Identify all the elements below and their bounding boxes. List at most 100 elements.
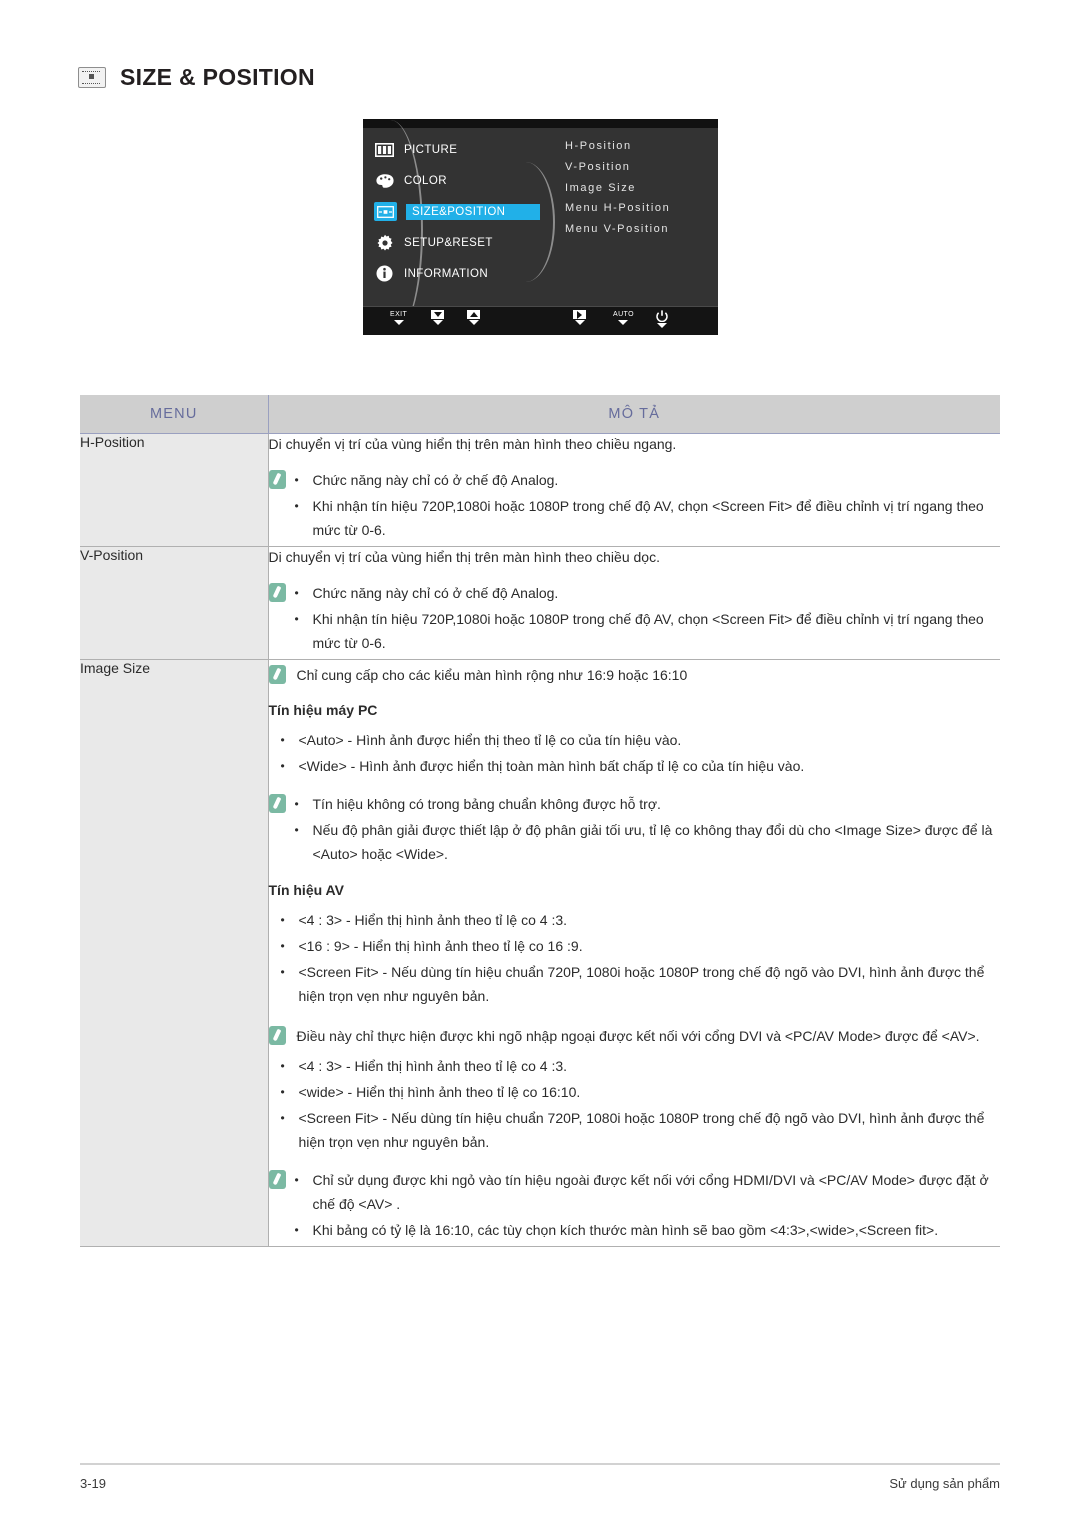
list-item: Khi nhận tín hiệu 720P,1080i hoặc 1080P … [269, 607, 1001, 655]
osd-item-label: COLOR [404, 174, 447, 187]
row-menu-name: Image Size [80, 659, 269, 1247]
footer-divider [80, 1463, 1000, 1465]
osd-top-bar [363, 119, 718, 128]
caret-down-icon [657, 323, 667, 328]
size-position-icon [78, 67, 106, 88]
list-item: Chức năng này chỉ có ở chế độ Analog. [269, 468, 1001, 492]
list-item: Khi nhận tín hiệu 720P,1080i hoặc 1080P … [269, 494, 1001, 542]
subsection-heading-av: Tín hiệu AV [268, 882, 344, 898]
note-block: Chức năng này chỉ có ở chế độ Analog. Kh… [268, 468, 1001, 542]
note-bullet-list: Chức năng này chỉ có ở chế độ Analog. Kh… [269, 581, 1001, 655]
osd-item-label: INFORMATION [404, 267, 489, 280]
av-bullet-list-2: <4 : 3> - Hiển thị hình ảnh theo tỉ lệ c… [269, 1054, 1001, 1154]
list-item: <Wide> - Hình ảnh được hiển thị toàn màn… [269, 754, 1001, 778]
table-row: V-Position Di chuyển vị trí của vùng hiể… [80, 546, 1001, 660]
list-item: <Screen Fit> - Nếu dùng tín hiệu chuẩn 7… [269, 960, 1001, 1008]
list-item: <Auto> - Hình ảnh được hiển thị theo tỉ … [269, 728, 1001, 752]
down-arrow-icon [431, 310, 444, 319]
gear-icon [374, 234, 395, 252]
osd-item-information[interactable]: INFORMATION [373, 258, 553, 289]
page-title: SIZE & POSITION [120, 64, 315, 90]
osd-button-power[interactable] [656, 310, 668, 328]
note-text: Chỉ cung cấp cho các kiểu màn hình rộng … [296, 667, 688, 683]
osd-left-menu: PICTURE COLOR SIZE&POSITION SETUP&RESET … [373, 134, 553, 289]
osd-item-label: SIZE&POSITION [406, 203, 540, 220]
osd-body: PICTURE COLOR SIZE&POSITION SETUP&RESET … [363, 120, 718, 335]
note-block: Tín hiệu không có trong bảng chuẩn không… [268, 792, 1001, 866]
list-item: <4 : 3> - Hiển thị hình ảnh theo tỉ lệ c… [269, 1054, 1001, 1078]
footer-page-number: 3-19 [80, 1476, 107, 1491]
caret-down-icon [432, 320, 443, 325]
column-header-menu: MENU [80, 395, 269, 434]
row-description: Di chuyển vị trí của vùng hiển thị trên … [268, 433, 1001, 547]
osd-button-label: EXIT [390, 311, 408, 318]
list-item: Tín hiệu không có trong bảng chuẩn không… [269, 792, 1001, 816]
osd-button-label: AUTO [613, 311, 634, 318]
row-description: Chỉ cung cấp cho các kiểu màn hình rộng … [268, 659, 1001, 1247]
subsection-heading-pc: Tín hiệu máy PC [268, 702, 378, 718]
caret-down-icon [618, 320, 629, 325]
note-block: Chức năng này chỉ có ở chế độ Analog. Kh… [268, 581, 1001, 655]
osd-item-color[interactable]: COLOR [373, 165, 553, 196]
osd-submenu-item[interactable]: H-Position [565, 136, 670, 157]
info-icon [374, 265, 395, 283]
row-menu-name: V-Position [80, 546, 269, 660]
osd-submenu-item[interactable]: Image Size [565, 178, 670, 199]
caret-down-icon [393, 320, 404, 325]
osd-button-bar: EXIT AUTO [363, 306, 718, 335]
menu-description-table: MENU MÔ TẢ H-Position Di chuyển vị trí c… [80, 395, 1000, 1247]
note-block: Chỉ cung cấp cho các kiểu màn hình rộng … [268, 664, 1001, 686]
up-arrow-icon [467, 310, 480, 319]
footer-section-title: Sử dụng sản phẩm [889, 1476, 1000, 1491]
osd-item-picture[interactable]: PICTURE [373, 134, 553, 165]
row-lead-text: Di chuyển vị trí của vùng hiển thị trên … [268, 549, 660, 565]
list-item: Khi bảng có tỷ lệ là 16:10, các tùy chọn… [269, 1218, 1001, 1242]
list-item: <4 : 3> - Hiển thị hình ảnh theo tỉ lệ c… [269, 908, 1001, 932]
osd-item-setup-reset[interactable]: SETUP&RESET [373, 227, 553, 258]
enter-icon [573, 310, 586, 319]
table-header-row: MENU MÔ TẢ [80, 395, 1000, 434]
caret-down-icon [468, 320, 479, 325]
av-bullet-list-1: <4 : 3> - Hiển thị hình ảnh theo tỉ lệ c… [269, 908, 1001, 1008]
row-lead-text: Di chuyển vị trí của vùng hiển thị trên … [268, 436, 677, 452]
osd-button-up[interactable] [467, 310, 480, 325]
osd-item-label: SETUP&RESET [404, 236, 493, 249]
picture-icon [374, 141, 395, 159]
note-block: Điều này chỉ thực hiện được khi ngõ nhập… [268, 1024, 1001, 1048]
osd-item-label: PICTURE [404, 143, 458, 156]
note-bullet-list: Chức năng này chỉ có ở chế độ Analog. Kh… [269, 468, 1001, 542]
note-icon [268, 665, 286, 684]
table-row: H-Position Di chuyển vị trí của vùng hiể… [80, 433, 1001, 547]
row-menu-name: H-Position [80, 433, 269, 547]
note-text: Điều này chỉ thực hiện được khi ngõ nhập… [296, 1028, 980, 1044]
size-position-icon [374, 202, 397, 221]
osd-submenu-item[interactable]: Menu H-Position [565, 198, 670, 219]
osd-submenu-item[interactable]: V-Position [565, 157, 670, 178]
note-block: Chỉ sử dụng được khi ngỏ vào tín hiệu ng… [268, 1168, 1001, 1242]
pc-bullet-list: <Auto> - Hình ảnh được hiển thị theo tỉ … [269, 728, 1001, 778]
list-item: Nếu độ phân giải được thiết lập ở độ phâ… [269, 818, 1001, 866]
osd-screenshot: PICTURE COLOR SIZE&POSITION SETUP&RESET … [363, 119, 718, 335]
osd-item-size-position[interactable]: SIZE&POSITION [373, 196, 553, 227]
list-item: Chức năng này chỉ có ở chế độ Analog. [269, 581, 1001, 605]
osd-button-exit[interactable]: EXIT [390, 310, 407, 325]
osd-submenu-item[interactable]: Menu V-Position [565, 219, 670, 240]
list-item: <16 : 9> - Hiển thị hình ảnh theo tỉ lệ … [269, 934, 1001, 958]
color-icon [374, 172, 395, 190]
osd-button-down[interactable] [431, 310, 444, 325]
note-bullet-list: Tín hiệu không có trong bảng chuẩn không… [269, 792, 1001, 866]
note-bullet-list: Chỉ sử dụng được khi ngỏ vào tín hiệu ng… [269, 1168, 1001, 1242]
power-icon [656, 310, 668, 322]
row-description: Di chuyển vị trí của vùng hiển thị trên … [268, 546, 1001, 660]
note-icon [268, 1026, 286, 1045]
osd-submenu-list: H-Position V-Position Image Size Menu H-… [565, 136, 670, 240]
osd-button-auto[interactable]: AUTO [613, 310, 634, 325]
osd-button-enter[interactable] [573, 310, 586, 325]
column-header-description: MÔ TẢ [268, 395, 1000, 434]
list-item: Chỉ sử dụng được khi ngỏ vào tín hiệu ng… [269, 1168, 1001, 1216]
page-heading: SIZE & POSITION [78, 64, 315, 91]
caret-down-icon [574, 320, 585, 325]
list-item: <Screen Fit> - Nếu dùng tín hiệu chuẩn 7… [269, 1106, 1001, 1154]
list-item: <wide> - Hiển thị hình ảnh theo tỉ lệ co… [269, 1080, 1001, 1104]
table-row: Image Size Chỉ cung cấp cho các kiểu màn… [80, 659, 1001, 1247]
